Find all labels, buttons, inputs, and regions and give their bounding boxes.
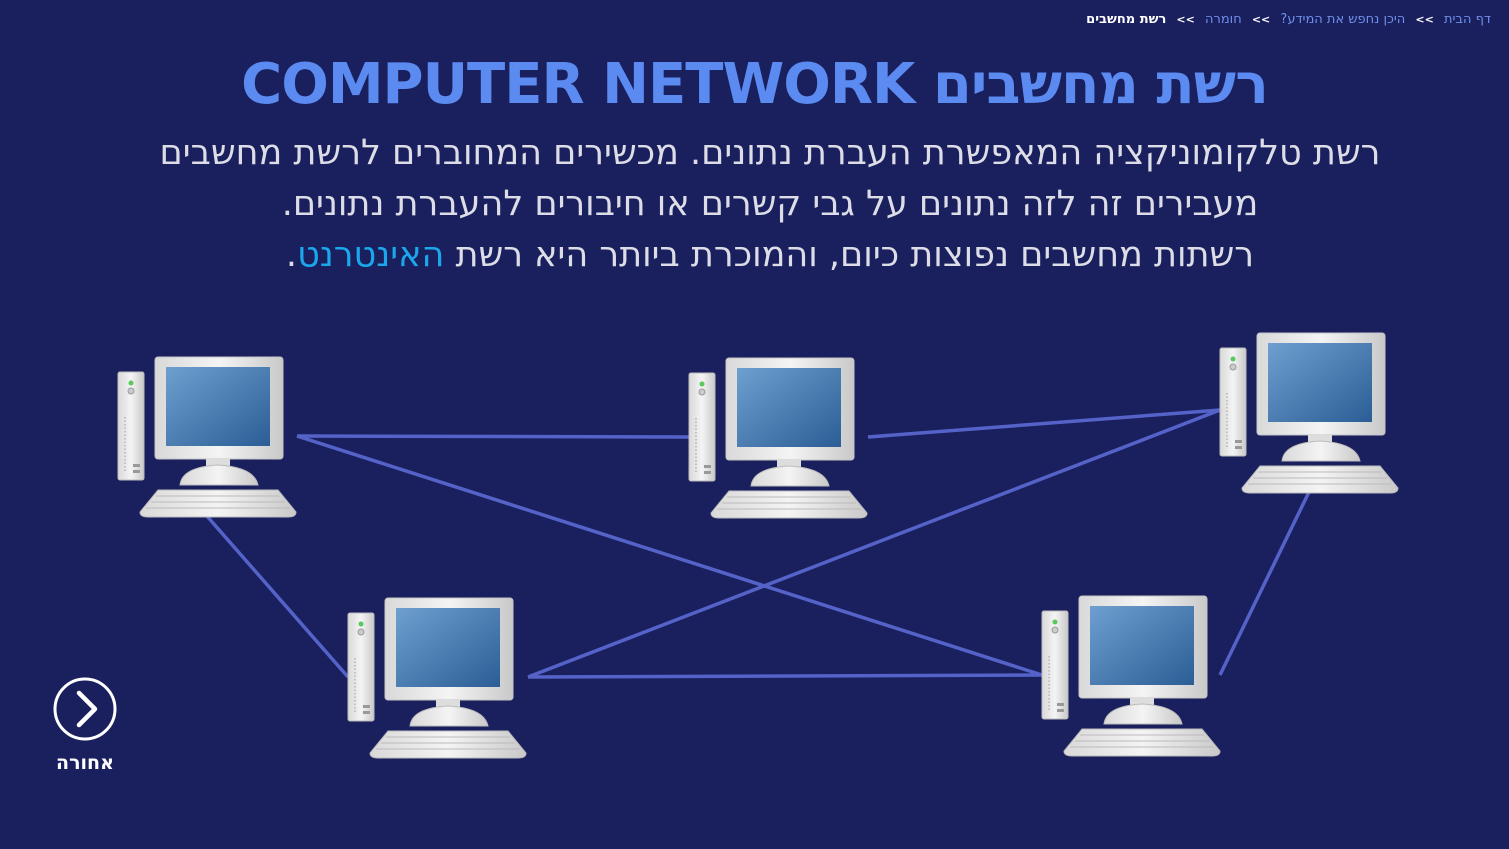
connection-line xyxy=(1218,489,1312,676)
connection-line xyxy=(867,408,1221,439)
network-diagram xyxy=(117,332,1399,759)
connection-line xyxy=(296,434,690,439)
computer-icon xyxy=(1041,595,1221,757)
connection-line xyxy=(204,513,350,679)
computer-icon xyxy=(688,357,868,519)
chevron-right-icon xyxy=(53,677,117,741)
connection-line xyxy=(527,673,1043,679)
computer-icon xyxy=(347,597,527,759)
computer-icon xyxy=(1219,332,1399,494)
back-label: אחורה xyxy=(56,752,114,774)
computer-icon xyxy=(117,356,297,518)
back-button[interactable]: אחורה xyxy=(52,676,118,774)
